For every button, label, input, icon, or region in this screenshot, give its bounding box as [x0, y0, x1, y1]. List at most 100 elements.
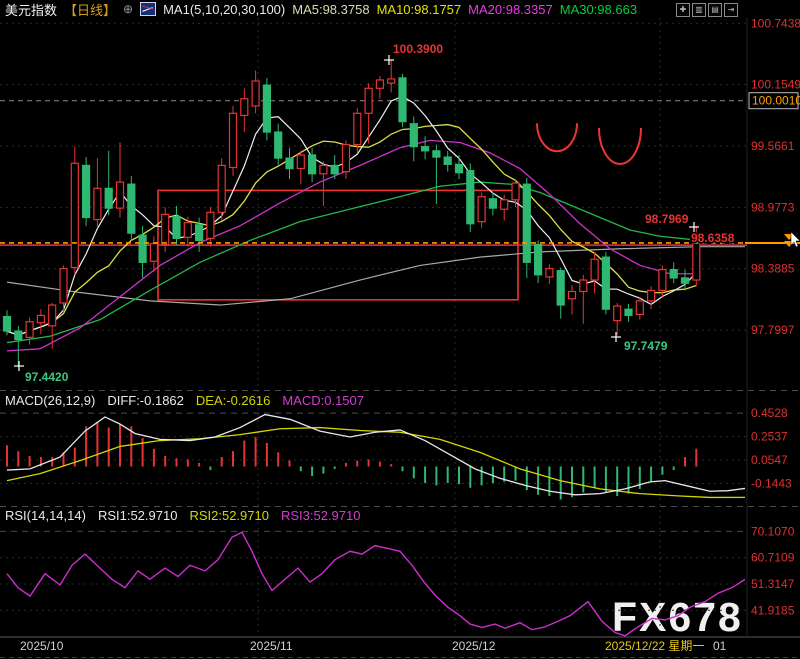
- candle-body: [262, 84, 271, 133]
- candle-body: [556, 270, 565, 306]
- price-annotation-label: 98.7969: [645, 212, 689, 226]
- candle-body: [195, 224, 204, 242]
- candle-body: [500, 199, 509, 210]
- candle-body: [567, 290, 577, 300]
- macd-diff-value: DIFF:-0.1862: [107, 393, 184, 408]
- chart-toolbar: ✚ ▥ ▤ ⇥: [676, 3, 738, 17]
- rsi3-value: RSI3:52.9710: [280, 508, 361, 523]
- mini-chart-icon[interactable]: [140, 2, 157, 16]
- candle-body: [409, 123, 418, 148]
- candle-body: [59, 267, 68, 304]
- macd-axis-label: -0.1443: [751, 477, 792, 491]
- candle-body: [341, 143, 351, 173]
- candle-body: [2, 315, 12, 332]
- candle-body: [228, 112, 238, 169]
- chart-canvas[interactable]: 100.7438 100.1549 100.0010 99.5661 98.9773 98…: [0, 0, 800, 659]
- candle-body: [70, 162, 79, 269]
- rsi-axis-label: 70.1070: [751, 524, 795, 538]
- candle-body: [308, 154, 317, 175]
- macd-settings-label[interactable]: MACD(26,12,9): [5, 393, 95, 408]
- price-axis-label: 98.9773: [751, 200, 795, 214]
- x-axis-month-label: 01: [713, 639, 727, 653]
- candle-body: [398, 77, 407, 123]
- rsi-settings-label[interactable]: RSI(14,14,14): [5, 508, 86, 523]
- candle-body: [533, 243, 543, 276]
- price-annotation-label: 98.6358: [691, 231, 735, 245]
- timeframe-label[interactable]: 【日线】: [64, 0, 116, 19]
- candle-body: [432, 150, 441, 158]
- pane-scale-icon[interactable]: ▥: [692, 3, 706, 17]
- price-annotation-label: 97.7479: [624, 339, 668, 353]
- candle-body: [364, 87, 373, 114]
- x-axis-month-label: 2025/11: [250, 639, 293, 653]
- candle-body: [692, 242, 701, 281]
- price-axis-label: 98.3885: [751, 262, 795, 276]
- price-axis-label: 100.7438: [751, 16, 800, 30]
- candle-body: [613, 305, 622, 322]
- rsi1-value: RSI1:52.9710: [97, 508, 178, 523]
- candle-body: [14, 330, 23, 341]
- indicator-pane-icon[interactable]: ▤: [708, 3, 722, 17]
- candle-body: [330, 164, 339, 175]
- rsi-pane-header: RSI(14,14,14) RSI1:52.9710 RSI2:52.9710 …: [5, 508, 360, 523]
- candle-body: [240, 98, 249, 116]
- candle-body: [217, 164, 226, 213]
- candle-body: [25, 321, 34, 338]
- price-annotation-label: 97.4420: [25, 370, 69, 384]
- alert-price-label: 100.0010: [752, 94, 800, 108]
- candle-body: [669, 269, 678, 279]
- candle-body: [545, 267, 554, 278]
- candle-body: [183, 222, 192, 238]
- shift-right-icon[interactable]: ⇥: [724, 3, 738, 17]
- trading-app-window: 美元指数 【日线】 ⊕ MA1(5,10,20,30,100) MA5:98.3…: [0, 0, 800, 659]
- add-indicator-icon[interactable]: ⊕: [123, 2, 133, 16]
- ma10-value: MA10:98.1757: [376, 1, 462, 17]
- price-axis-label: 97.7997: [751, 323, 795, 337]
- drawn-arc: [536, 123, 578, 153]
- candle-body: [443, 156, 452, 165]
- candle-body: [206, 211, 215, 239]
- macd-axis-label: 0.2537: [751, 430, 788, 444]
- macd-diff-line: [6, 413, 746, 496]
- rsi-axis-label: 51.3147: [751, 577, 795, 591]
- candle-body: [658, 269, 667, 292]
- candle-body: [172, 215, 181, 239]
- candle-body: [104, 187, 113, 209]
- candle-body: [522, 183, 531, 263]
- candle-body: [635, 300, 644, 316]
- candle-body: [454, 163, 464, 174]
- candle-body: [624, 308, 633, 317]
- candle-body: [115, 181, 125, 209]
- macd-dea-value: DEA:-0.2616: [195, 393, 271, 408]
- ma5-value: MA5:98.3758: [292, 1, 370, 17]
- rsi-line: [6, 531, 746, 637]
- price-annotation-label: 100.3900: [393, 42, 443, 56]
- candle-body: [590, 258, 599, 281]
- rsi-axis-label: 60.7109: [751, 551, 795, 565]
- candle-body: [646, 289, 656, 302]
- crosshair-tool-icon[interactable]: ✚: [676, 3, 690, 17]
- candle-body: [127, 183, 136, 234]
- candle-body: [296, 154, 305, 170]
- candle-body: [579, 279, 588, 293]
- candle-body: [161, 213, 170, 246]
- macd-axis-label: 0.0547: [751, 453, 788, 467]
- instrument-title: 美元指数: [5, 2, 58, 18]
- ma-settings-label[interactable]: MA1(5,10,20,30,100): [163, 2, 285, 17]
- candle-body: [36, 314, 46, 324]
- macd-hist-value: MACD:0.1507: [282, 393, 364, 408]
- ma20-value: MA20:98.3357: [468, 1, 553, 17]
- candle-body: [466, 170, 475, 225]
- candle-body: [375, 79, 384, 89]
- candle-body: [251, 80, 260, 107]
- candle-body: [477, 196, 486, 223]
- candle-body: [274, 131, 283, 159]
- candle-body: [48, 304, 57, 327]
- candle-body: [81, 164, 91, 219]
- candle-body: [421, 146, 430, 152]
- mouse-cursor-icon: [790, 231, 800, 248]
- x-axis-month-label: 2025/10: [20, 639, 64, 653]
- candle-body: [601, 256, 611, 310]
- ma30-value: MA30:98.663: [559, 1, 638, 17]
- macd-axis-label: 0.4528: [751, 406, 788, 420]
